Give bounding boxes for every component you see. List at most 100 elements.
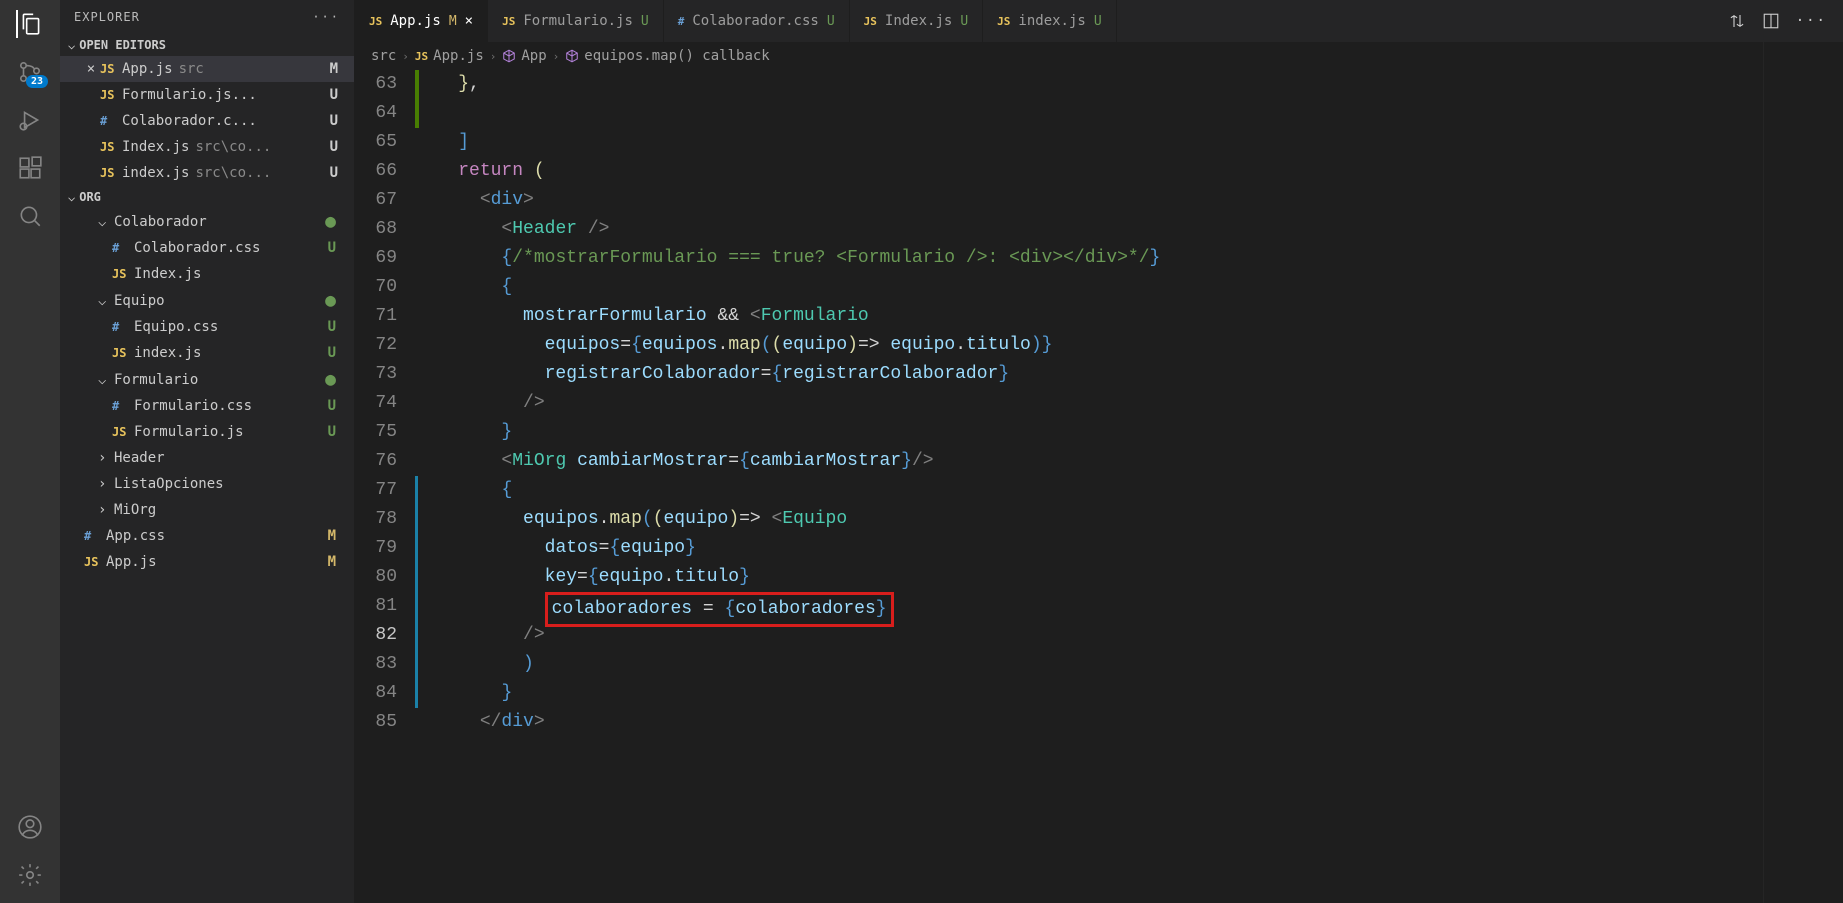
- tree-item[interactable]: ⌵Formulario●: [60, 366, 354, 393]
- tree-item[interactable]: ›Header: [60, 445, 354, 471]
- extensions-icon[interactable]: [16, 154, 44, 182]
- more-icon[interactable]: ···: [312, 10, 340, 24]
- tree-item[interactable]: ›MiOrg: [60, 497, 354, 523]
- breadcrumb[interactable]: src›JSApp.js›App›equipos.map() callback: [355, 42, 1843, 70]
- search-icon[interactable]: [16, 202, 44, 230]
- chevron-icon: ⌵: [98, 293, 114, 309]
- tree-item[interactable]: JSFormulario.js U: [60, 419, 354, 445]
- file-icon: JS: [864, 15, 877, 28]
- line-number: 65: [355, 128, 397, 157]
- split-icon[interactable]: [1762, 12, 1780, 30]
- code-line: {/*mostrarFormulario === true? <Formular…: [415, 244, 1843, 273]
- more-icon[interactable]: ···: [1796, 13, 1827, 29]
- breadcrumb-label: App: [521, 48, 546, 64]
- gear-icon[interactable]: [16, 861, 44, 889]
- tab-status: U: [960, 14, 968, 29]
- code-line: [415, 99, 1843, 128]
- tree-item[interactable]: JSindex.jsU: [60, 340, 354, 366]
- activity-bar: 23: [0, 0, 60, 903]
- breadcrumb-item[interactable]: App: [502, 48, 546, 64]
- file-status: U: [328, 398, 346, 414]
- explorer-icon[interactable]: [16, 10, 44, 38]
- file-name: App.js: [122, 61, 173, 77]
- tree-label: ListaOpciones: [114, 476, 224, 492]
- open-editor-item[interactable]: #Colaborador.c...U: [60, 108, 354, 134]
- code-line: }: [415, 679, 1843, 708]
- file-status: U: [328, 424, 346, 440]
- file-status: M: [330, 61, 346, 77]
- open-editor-item[interactable]: JSIndex.jssrc\co...U: [60, 134, 354, 160]
- file-status: ●: [325, 211, 346, 232]
- file-path: src: [179, 61, 330, 77]
- minimap[interactable]: [1763, 42, 1843, 903]
- code-line: ]: [415, 128, 1843, 157]
- tree-item[interactable]: #App.cssM: [60, 523, 354, 549]
- code-line: return (: [415, 157, 1843, 186]
- file-status: U: [328, 240, 346, 256]
- account-icon[interactable]: [16, 813, 44, 841]
- compare-icon[interactable]: [1728, 12, 1746, 30]
- project-section[interactable]: ⌵ ORG: [60, 186, 354, 208]
- code-line: datos={equipo}: [415, 534, 1843, 563]
- file-icon: JS: [502, 15, 515, 28]
- file-status: ●: [325, 290, 346, 311]
- code-editor[interactable]: 6364656667686970717273747576777879808182…: [355, 70, 1843, 903]
- file-icon: JS: [369, 15, 382, 28]
- tree-label: Formulario.js: [134, 424, 244, 440]
- tree-item[interactable]: ›ListaOpciones: [60, 471, 354, 497]
- code-content[interactable]: }, ] return ( <div> <Header /> {/*mostra…: [415, 70, 1843, 903]
- file-icon: #: [112, 241, 134, 255]
- tree-label: Formulario: [114, 372, 198, 388]
- debug-icon[interactable]: [16, 106, 44, 134]
- file-icon: JS: [84, 555, 106, 569]
- line-number: 68: [355, 215, 397, 244]
- code-line: <Header />: [415, 215, 1843, 244]
- close-icon[interactable]: ×: [82, 61, 100, 77]
- file-icon: JS: [997, 15, 1010, 28]
- breadcrumb-item[interactable]: src: [371, 48, 396, 64]
- tree-item[interactable]: ⌵Colaborador●: [60, 208, 354, 235]
- chevron-icon: ›: [98, 450, 114, 466]
- code-line: />: [415, 389, 1843, 418]
- line-number: 83: [355, 650, 397, 679]
- source-control-icon[interactable]: 23: [16, 58, 44, 86]
- file-icon: JS: [112, 267, 134, 281]
- close-icon[interactable]: ×: [465, 13, 473, 29]
- tree-label: Formulario.css: [134, 398, 252, 414]
- tree-item[interactable]: #Equipo.cssU: [60, 314, 354, 340]
- open-editor-item[interactable]: JSFormulario.js...U: [60, 82, 354, 108]
- tree-item[interactable]: JSApp.jsM: [60, 549, 354, 575]
- tree-item[interactable]: #Formulario.cssU: [60, 393, 354, 419]
- line-number: 77: [355, 476, 397, 505]
- line-number: 66: [355, 157, 397, 186]
- file-status: U: [328, 319, 346, 335]
- tree-label: App.js: [106, 554, 157, 570]
- line-number: 76: [355, 447, 397, 476]
- code-line: mostrarFormulario && <Formulario: [415, 302, 1843, 331]
- tree-item[interactable]: ⌵Equipo●: [60, 287, 354, 314]
- tab[interactable]: JSIndex.jsU: [850, 0, 984, 42]
- tab[interactable]: JSApp.jsM×: [355, 0, 488, 42]
- breadcrumb-item[interactable]: equipos.map() callback: [565, 48, 769, 64]
- file-icon: JS: [100, 140, 122, 154]
- tree-item[interactable]: #Colaborador.cssU: [60, 235, 354, 261]
- open-editors-section[interactable]: ⌵ OPEN EDITORS: [60, 34, 354, 56]
- tab[interactable]: JSindex.jsU: [983, 0, 1117, 42]
- open-editor-item[interactable]: ×JSApp.jssrcM: [60, 56, 354, 82]
- chevron-icon: ⌵: [98, 214, 114, 230]
- chevron-icon: ›: [98, 502, 114, 518]
- open-editor-item[interactable]: JSindex.jssrc\co...U: [60, 160, 354, 186]
- line-number: 75: [355, 418, 397, 447]
- chevron-icon: ›: [98, 476, 114, 492]
- line-number: 79: [355, 534, 397, 563]
- tab[interactable]: JSFormulario.jsU: [488, 0, 664, 42]
- tab[interactable]: #Colaborador.cssU: [664, 0, 850, 42]
- tree-item[interactable]: JSIndex.js: [60, 261, 354, 287]
- line-number: 70: [355, 273, 397, 302]
- file-icon: JS: [112, 425, 134, 439]
- file-status: ●: [325, 369, 346, 390]
- file-status: U: [328, 345, 346, 361]
- breadcrumb-item[interactable]: JSApp.js: [415, 48, 484, 64]
- line-number: 67: [355, 186, 397, 215]
- file-icon: #: [112, 320, 134, 334]
